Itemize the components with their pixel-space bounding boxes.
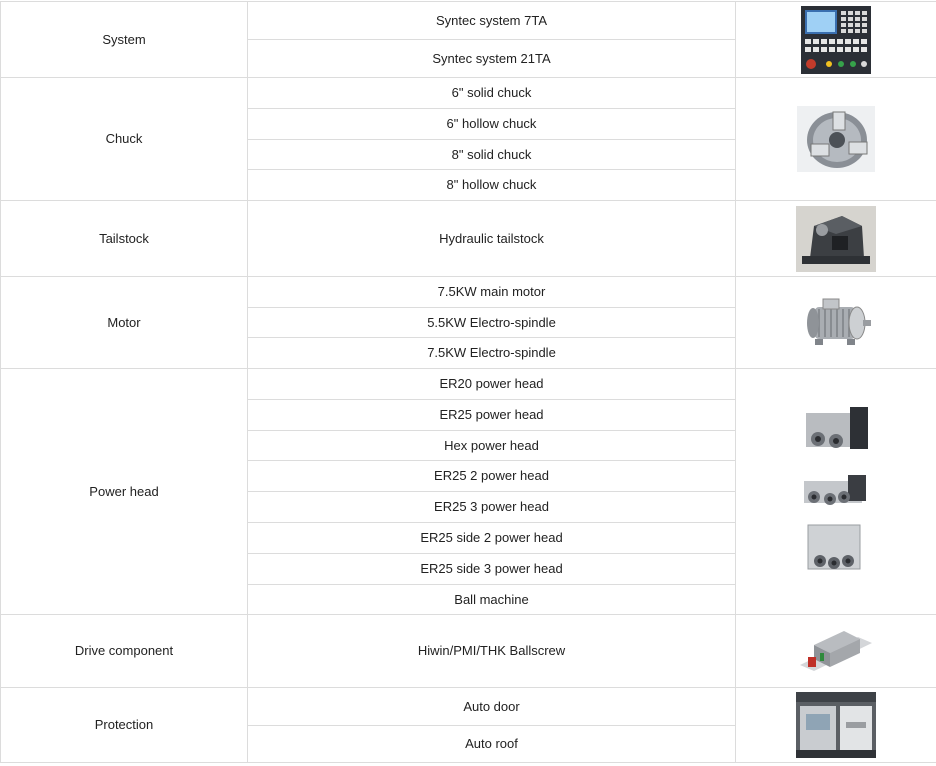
option-cell: Hiwin/PMI/THK Ballscrew: [247, 614, 736, 688]
option-cell: Auto roof: [247, 725, 736, 763]
option-cell: Ball machine: [247, 584, 736, 615]
category-cell: Power head: [0, 368, 248, 615]
category-cell: Protection: [0, 687, 248, 763]
option-cell: 7.5KW Electro-spindle: [247, 337, 736, 369]
option-cell: 6" hollow chuck: [247, 108, 736, 140]
option-cell: ER25 side 2 power head: [247, 522, 736, 554]
category-cell: Chuck: [0, 77, 248, 201]
table-row: Motor 7.5KW main motor: [0, 276, 936, 369]
table-row: Tailstock Hydraulic tailstock: [0, 200, 936, 277]
category-cell: System: [0, 1, 248, 78]
table-row: Drive component Hiwin/PMI/THK Ballscrew: [0, 614, 936, 688]
option-cell: 8" solid chuck: [247, 139, 736, 170]
option-cell: ER25 2 power head: [247, 460, 736, 492]
cnc-controller-image: [735, 1, 936, 78]
option-cell: Syntec system 7TA: [247, 1, 736, 40]
category-cell: Motor: [0, 276, 248, 369]
linear-guide-image: [735, 614, 936, 688]
option-cell: ER20 power head: [247, 368, 736, 400]
table-row: System Syntec system 7TA: [0, 1, 936, 78]
option-cell: 6" solid chuck: [247, 77, 736, 109]
option-cell: Syntec system 21TA: [247, 39, 736, 78]
option-cell: 7.5KW main motor: [247, 276, 736, 308]
option-cell: Hydraulic tailstock: [247, 200, 736, 277]
table-row: Protection Auto door: [0, 687, 936, 763]
motor-image: [735, 276, 936, 369]
option-cell: Auto door: [247, 687, 736, 726]
tailstock-image: [735, 200, 936, 277]
spec-table: System Syntec system 7TA Syntec system 2…: [0, 1, 936, 763]
option-cell: 8" hollow chuck: [247, 169, 736, 201]
option-cell: Hex power head: [247, 430, 736, 461]
option-cell: ER25 power head: [247, 399, 736, 431]
chuck-image: [735, 77, 936, 201]
enclosure-image: [735, 687, 936, 763]
category-cell: Tailstock: [0, 200, 248, 277]
option-cell: ER25 3 power head: [247, 491, 736, 523]
option-cell: 5.5KW Electro-spindle: [247, 307, 736, 338]
power-head-image: [735, 368, 936, 615]
category-cell: Drive component: [0, 614, 248, 688]
table-row: Chuck 6" solid chuck: [0, 77, 936, 201]
option-cell: ER25 side 3 power head: [247, 553, 736, 585]
table-row: Power head ER20 power head: [0, 368, 936, 615]
